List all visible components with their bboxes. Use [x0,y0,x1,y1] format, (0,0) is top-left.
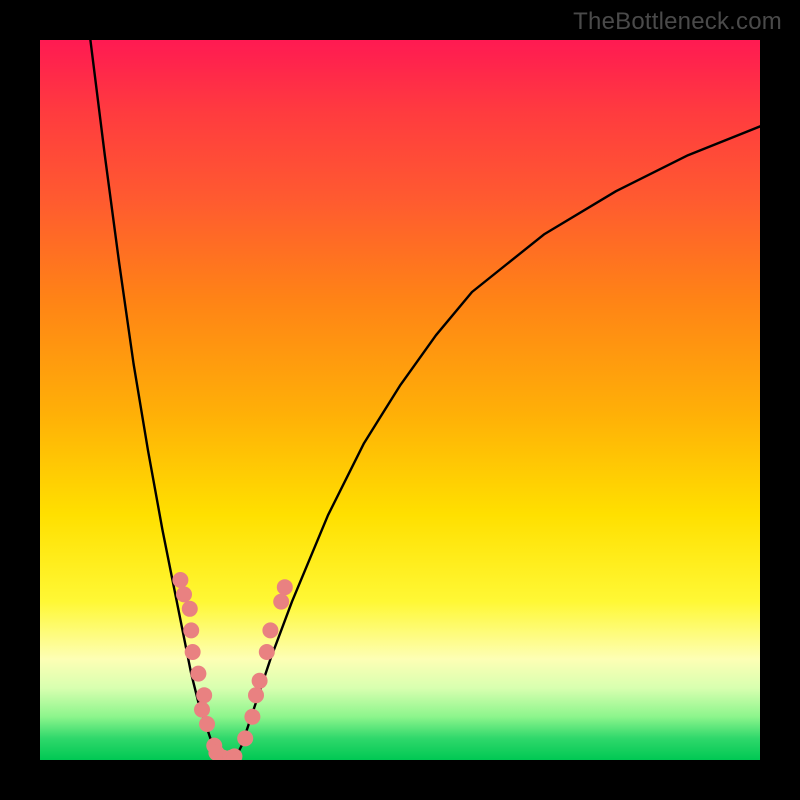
marker-dot [273,594,289,610]
marker-dot [199,716,215,732]
marker-dot [277,579,293,595]
marker-dot [176,586,192,602]
marker-dot [190,666,206,682]
marker-dot [182,601,198,617]
marker-dot [244,709,260,725]
marker-dot [183,622,199,638]
marker-dot [194,702,210,718]
marker-dot [185,644,201,660]
marker-dot [196,687,212,703]
watermark: TheBottleneck.com [573,8,782,36]
marker-dot [248,687,264,703]
chart-svg [40,40,760,760]
marker-dot [252,673,268,689]
marker-dot [259,644,275,660]
marker-dot [237,730,253,746]
curve-right-branch [234,126,760,760]
plot-area [40,40,760,760]
chart-container: TheBottleneck.com [0,0,800,800]
marker-dot [262,622,278,638]
marker-dot [172,572,188,588]
